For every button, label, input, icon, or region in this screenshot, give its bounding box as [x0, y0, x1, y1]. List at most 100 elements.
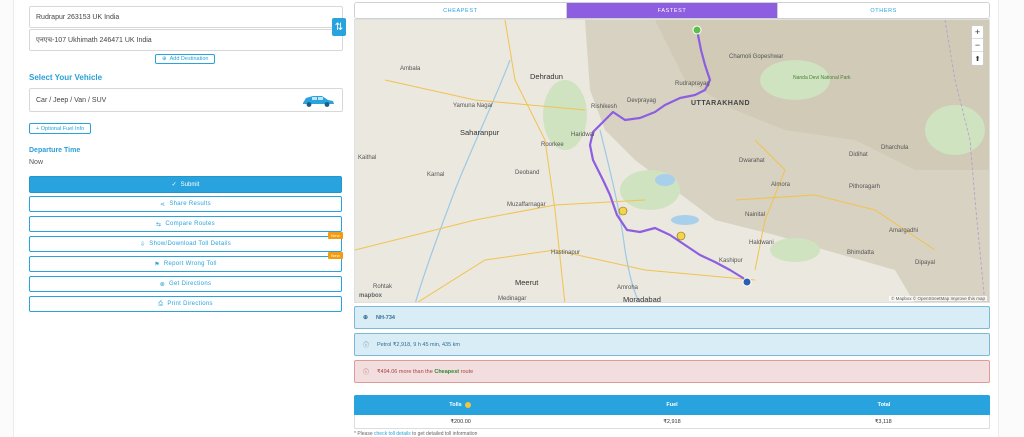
- destination-input[interactable]: एनएच-107 Ukhimath 246471 UK India: [29, 29, 343, 51]
- compare-routes-label: Compare Routes: [165, 221, 215, 227]
- map-label-city: Devprayag: [627, 98, 657, 104]
- map-label-city: Karnal: [427, 172, 445, 178]
- submit-button[interactable]: ✓ Submit: [29, 176, 342, 193]
- tolls-header: Tolls: [354, 395, 566, 415]
- toll-details-label: Show/Download Toll Details: [149, 241, 232, 247]
- share-results-button[interactable]: ⋖ Share Results: [29, 196, 342, 212]
- get-directions-button[interactable]: ⊗ Get Directions: [29, 276, 342, 292]
- map-label-city: Chamoli Gopeshwar: [729, 54, 784, 60]
- origin-value: Rudrapur 263153 UK India: [36, 13, 120, 21]
- map-label-city: Hastinapur: [551, 250, 581, 256]
- download-icon: ⇩: [139, 241, 146, 248]
- share-icon: ⋖: [160, 201, 166, 208]
- map-attribution[interactable]: © Mapbox © OpenStreetMap Improve this ma…: [889, 296, 987, 301]
- route-comparison-card: ⓘ ₹494.06 more than the Cheapest route: [354, 360, 990, 383]
- highway-card: ⊕ NH-734: [354, 306, 990, 329]
- map-label-city: Kashipur: [719, 258, 743, 264]
- tab-cheapest[interactable]: CHEAPEST: [355, 3, 566, 18]
- tolls-header-label: Tolls: [449, 402, 462, 408]
- toll-details-button[interactable]: ⇩ Show/Download Toll Details New: [29, 232, 343, 252]
- swap-locations-button[interactable]: ⇅: [332, 18, 346, 36]
- print-icon: ⎙: [158, 300, 164, 307]
- map-label-city: Didihat: [849, 152, 868, 158]
- map-canvas: [355, 20, 989, 302]
- map-label-city: Medinagar: [498, 296, 527, 302]
- vehicle-select[interactable]: Car / Jeep / Van / SUV: [29, 88, 343, 112]
- zoom-out-button[interactable]: −: [972, 39, 983, 52]
- compare-routes-button[interactable]: ⇆ Compare Routes: [29, 216, 342, 232]
- map-label-city: Dharchula: [881, 145, 909, 151]
- add-destination-label: Add Destination: [169, 56, 209, 62]
- comparison-prefix: ₹494.06 more than the: [377, 368, 435, 375]
- page: Rudrapur 263153 UK India एनएच-107 Ukhima…: [0, 0, 1024, 437]
- map-label-city: Rudraprayag: [675, 81, 710, 87]
- map-label-city: Rohtak: [373, 284, 393, 290]
- route-summary-text: Petrol ₹2,918, 9 h 45 min, 435 km: [377, 341, 461, 348]
- map-label-city: Roorkee: [541, 142, 564, 148]
- highway-label: NH-734: [376, 314, 395, 321]
- departure-time-title: Departure Time: [29, 147, 81, 154]
- total-header: Total: [877, 402, 891, 408]
- tolls-value: ₹200.00: [450, 418, 471, 425]
- tab-others[interactable]: OTHERS: [777, 3, 989, 18]
- cost-table: Tolls Fuel Total ₹200.00 ₹2,918 ₹3,118: [354, 395, 990, 429]
- map-label-city: Yamuna Nagar: [453, 103, 493, 109]
- destination-value: एनएच-107 Ukhimath 246471 UK India: [36, 36, 152, 44]
- footnote-suffix: to get detailed toll information: [410, 431, 478, 437]
- tab-fastest[interactable]: FASTEST: [565, 3, 778, 18]
- map-label-city: Amroha: [617, 285, 639, 291]
- map-label-city: Pithoragarh: [849, 184, 881, 190]
- map-label-city: Dwarahat: [739, 158, 765, 164]
- car-icon: [303, 96, 334, 107]
- info-icon: ⓘ: [363, 343, 370, 349]
- zoom-in-button[interactable]: +: [972, 26, 983, 39]
- cost-table-row: ₹200.00 ₹2,918 ₹3,118: [354, 415, 990, 429]
- map-label-city: Dipayal: [915, 260, 936, 266]
- right-gutter: [998, 0, 1024, 437]
- report-wrong-toll-label: Report Wrong Toll: [163, 261, 217, 267]
- report-wrong-toll-button[interactable]: ⚑ Report Wrong Toll New: [29, 252, 343, 272]
- route-comparison-text: ₹494.06 more than the Cheapest route: [377, 369, 473, 375]
- submit-label: Submit: [180, 181, 200, 188]
- footnote-prefix: * Please: [354, 431, 375, 437]
- map-label-city: Bhimdatta: [847, 250, 875, 256]
- map-zoom-controls: + − ⬆: [971, 25, 984, 66]
- optional-fuel-info-button[interactable]: + Optional Fuel Info: [29, 123, 92, 134]
- map-label-city: Meerut: [515, 278, 539, 287]
- route-tabs: CHEAPEST FASTEST OTHERS: [354, 2, 990, 19]
- map-label-city: Deoband: [515, 170, 540, 176]
- print-directions-label: Print Directions: [167, 301, 213, 307]
- directions-icon: ⊗: [159, 281, 166, 288]
- check-icon: ✓: [171, 182, 177, 188]
- new-badge: New: [328, 232, 343, 239]
- map-label-city: Muzaffarnagar: [507, 202, 546, 208]
- map-label-city: Haridwar: [571, 132, 596, 138]
- coin-icon: [464, 402, 471, 408]
- route-map[interactable]: Ambala Dehradun Yamuna Nagar Saharanpur …: [354, 19, 990, 303]
- share-results-label: Share Results: [169, 201, 211, 207]
- fuel-header: Fuel: [666, 402, 678, 408]
- map-label-city: Haldwani: [749, 240, 774, 246]
- map-label-city: Moradabad: [623, 295, 661, 303]
- add-destination-button[interactable]: ⊕ Add Destination: [155, 54, 216, 64]
- comparison-suffix: route: [459, 368, 474, 375]
- toll-footnote: * Please check toll details to get detai…: [354, 431, 477, 437]
- road-icon: ⊕: [363, 315, 369, 321]
- check-toll-details-link[interactable]: check toll details: [374, 431, 411, 437]
- fuel-value: ₹2,918: [663, 418, 681, 425]
- map-label-city: Kaithal: [358, 155, 377, 161]
- origin-input[interactable]: Rudrapur 263153 UK India: [29, 6, 343, 28]
- vehicle-section-title: Select Your Vehicle: [29, 73, 103, 82]
- map-label-city: Almora: [771, 182, 791, 188]
- map-label-city: Dehradun: [530, 72, 563, 81]
- flag-icon: ⚑: [154, 261, 160, 268]
- route-summary-card: ⓘ Petrol ₹2,918, 9 h 45 min, 435 km: [354, 333, 990, 356]
- map-label-city: Ambala: [400, 66, 421, 72]
- compass-button[interactable]: ⬆: [972, 52, 983, 65]
- print-directions-button[interactable]: ⎙ Print Directions: [29, 296, 342, 312]
- map-label-city: Saharanpur: [460, 128, 500, 137]
- compare-icon: ⇆: [156, 221, 162, 228]
- departure-time-value[interactable]: Now: [29, 159, 43, 166]
- vehicle-selected-value: Car / Jeep / Van / SUV: [36, 96, 107, 104]
- swap-arrows-icon: ⇅: [334, 21, 344, 33]
